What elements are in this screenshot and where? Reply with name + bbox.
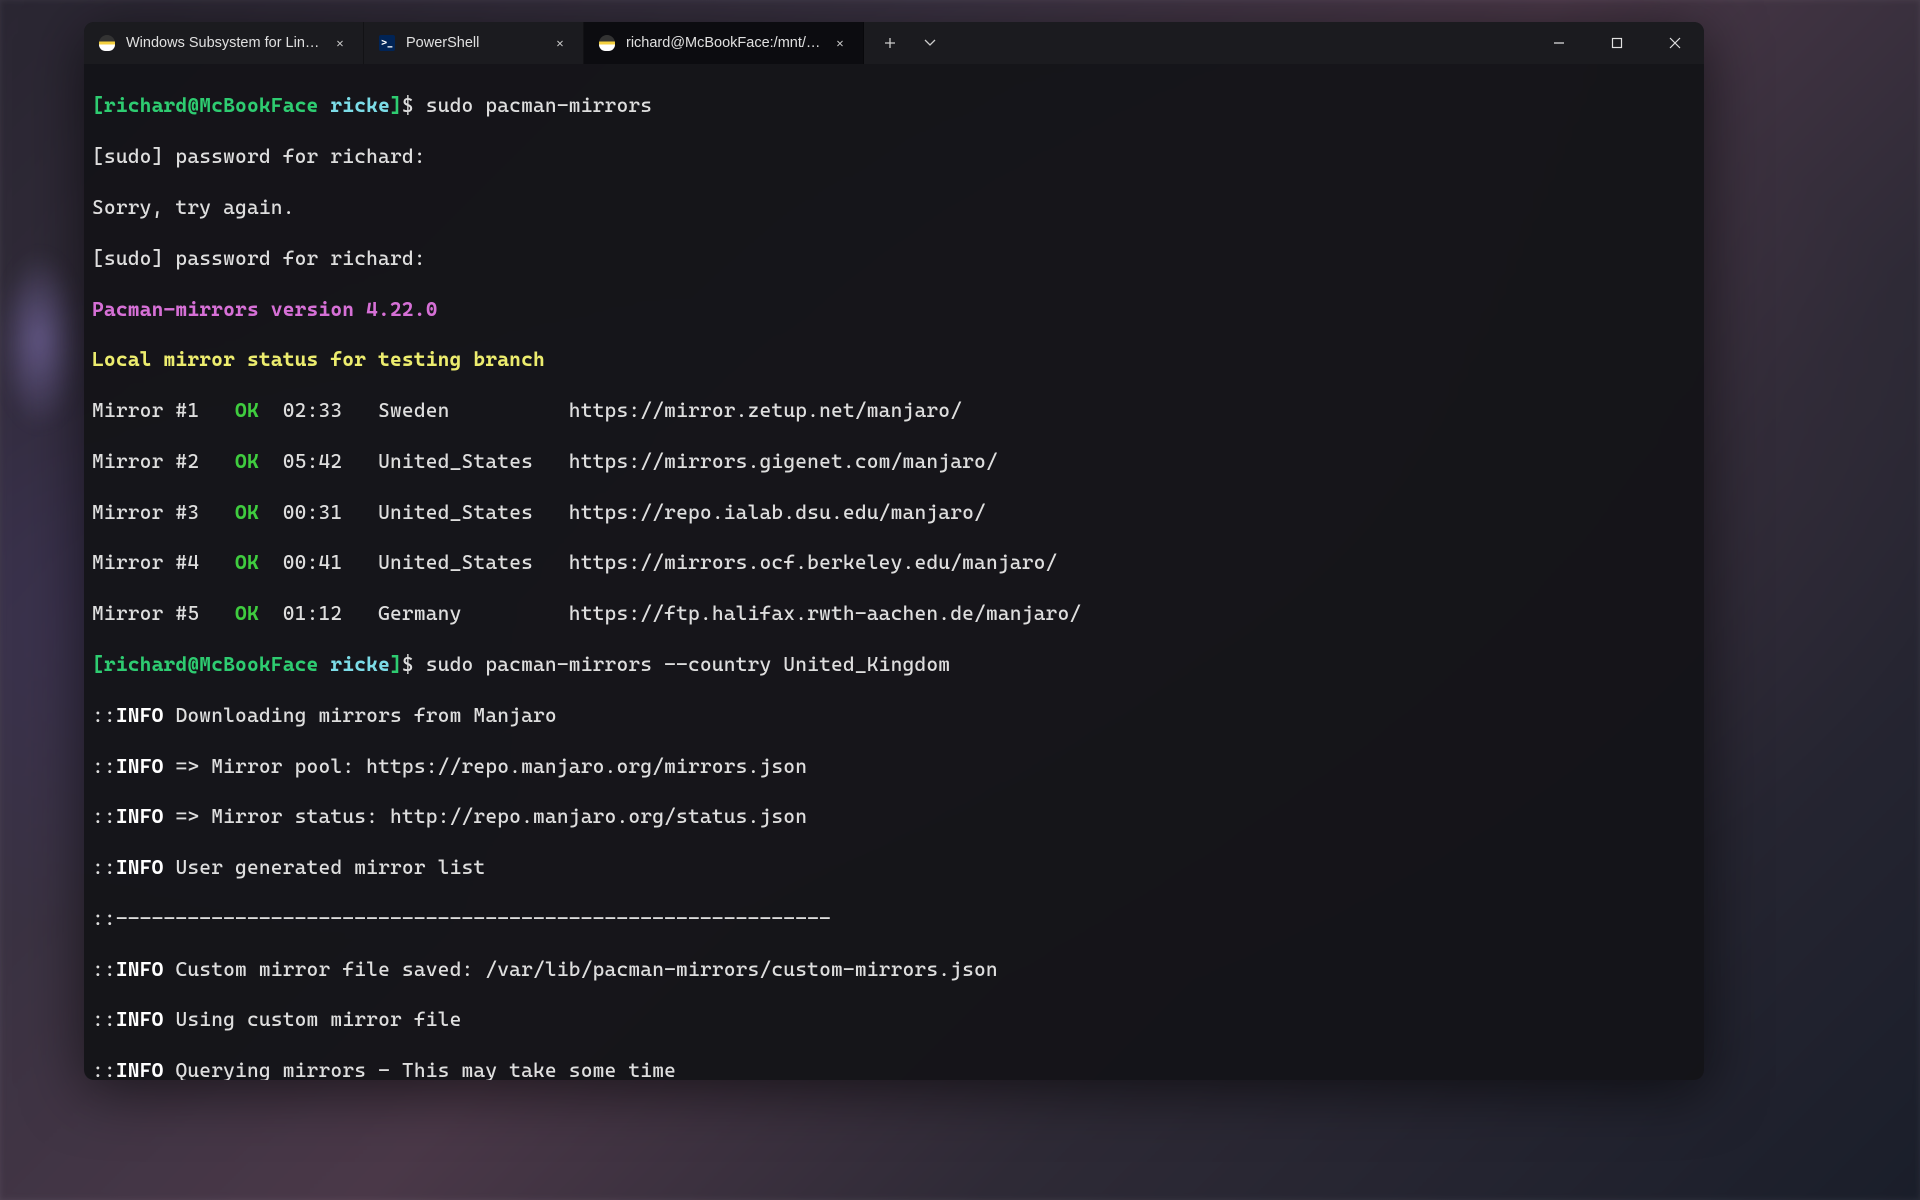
prompt-line: [richard@McBookFace ricke]$ sudo pacman-… xyxy=(92,652,1696,677)
mirror-row: Mirror #5 OK 01:12 Germany https://ftp.h… xyxy=(92,601,1696,626)
sudo-prompt: [sudo] password for richard: xyxy=(92,144,1696,169)
tab-label: Windows Subsystem for Linux F xyxy=(126,35,321,51)
sudo-prompt: [sudo] password for richard: xyxy=(92,246,1696,271)
tux-icon xyxy=(598,34,616,52)
info-line: ::INFO Downloading mirrors from Manjaro xyxy=(92,703,1696,728)
info-line: ::INFO => Mirror pool: https://repo.manj… xyxy=(92,754,1696,779)
maximize-button[interactable] xyxy=(1588,22,1646,64)
powershell-icon: >_ xyxy=(378,34,396,52)
window-controls xyxy=(1530,22,1704,64)
close-button[interactable] xyxy=(1646,22,1704,64)
tab-wsl[interactable]: Windows Subsystem for Linux F ✕ xyxy=(84,22,364,64)
version-line: Pacman-mirrors version 4.22.0 xyxy=(92,297,1696,322)
minimize-icon xyxy=(1553,37,1565,49)
tab-linux-active[interactable]: richard@McBookFace:/mnt/c/U ✕ xyxy=(584,22,864,64)
terminal-output[interactable]: [richard@McBookFace ricke]$ sudo pacman-… xyxy=(84,64,1704,1080)
mirror-row: Mirror #4 OK 00:41 United_States https:/… xyxy=(92,550,1696,575)
tab-powershell[interactable]: >_ PowerShell ✕ xyxy=(364,22,584,64)
close-icon[interactable]: ✕ xyxy=(551,34,569,52)
status-header: Local mirror status for testing branch xyxy=(92,347,1696,372)
tux-icon xyxy=(98,34,116,52)
tab-actions xyxy=(864,22,956,64)
prompt-line: [richard@McBookFace ricke]$ sudo pacman-… xyxy=(92,93,1696,118)
info-line: ::INFO Custom mirror file saved: /var/li… xyxy=(92,957,1696,982)
close-icon[interactable]: ✕ xyxy=(331,34,349,52)
separator-line: ::--------------------------------------… xyxy=(92,906,1696,931)
maximize-icon xyxy=(1611,37,1623,49)
titlebar: Windows Subsystem for Linux F ✕ >_ Power… xyxy=(84,22,1704,64)
close-icon[interactable]: ✕ xyxy=(831,34,849,52)
tab-label: richard@McBookFace:/mnt/c/U xyxy=(626,35,821,51)
tab-strip: Windows Subsystem for Linux F ✕ >_ Power… xyxy=(84,22,1530,64)
tab-label: PowerShell xyxy=(406,35,541,51)
mirror-row: Mirror #2 OK 05:42 United_States https:/… xyxy=(92,449,1696,474)
new-tab-button[interactable] xyxy=(872,25,908,61)
info-line: ::INFO => Mirror status: http://repo.man… xyxy=(92,804,1696,829)
close-icon xyxy=(1669,37,1681,49)
mirror-row: Mirror #1 OK 02:33 Sweden https://mirror… xyxy=(92,398,1696,423)
info-line: ::INFO Querying mirrors - This may take … xyxy=(92,1058,1696,1080)
info-line: ::INFO Using custom mirror file xyxy=(92,1007,1696,1032)
chevron-down-icon xyxy=(924,39,936,47)
sudo-retry: Sorry, try again. xyxy=(92,195,1696,220)
minimize-button[interactable] xyxy=(1530,22,1588,64)
wallpaper-neon-glow xyxy=(0,250,80,430)
mirror-row: Mirror #3 OK 00:31 United_States https:/… xyxy=(92,500,1696,525)
info-line: ::INFO User generated mirror list xyxy=(92,855,1696,880)
terminal-window: Windows Subsystem for Linux F ✕ >_ Power… xyxy=(84,22,1704,1080)
tab-dropdown-button[interactable] xyxy=(912,25,948,61)
plus-icon xyxy=(884,37,896,49)
